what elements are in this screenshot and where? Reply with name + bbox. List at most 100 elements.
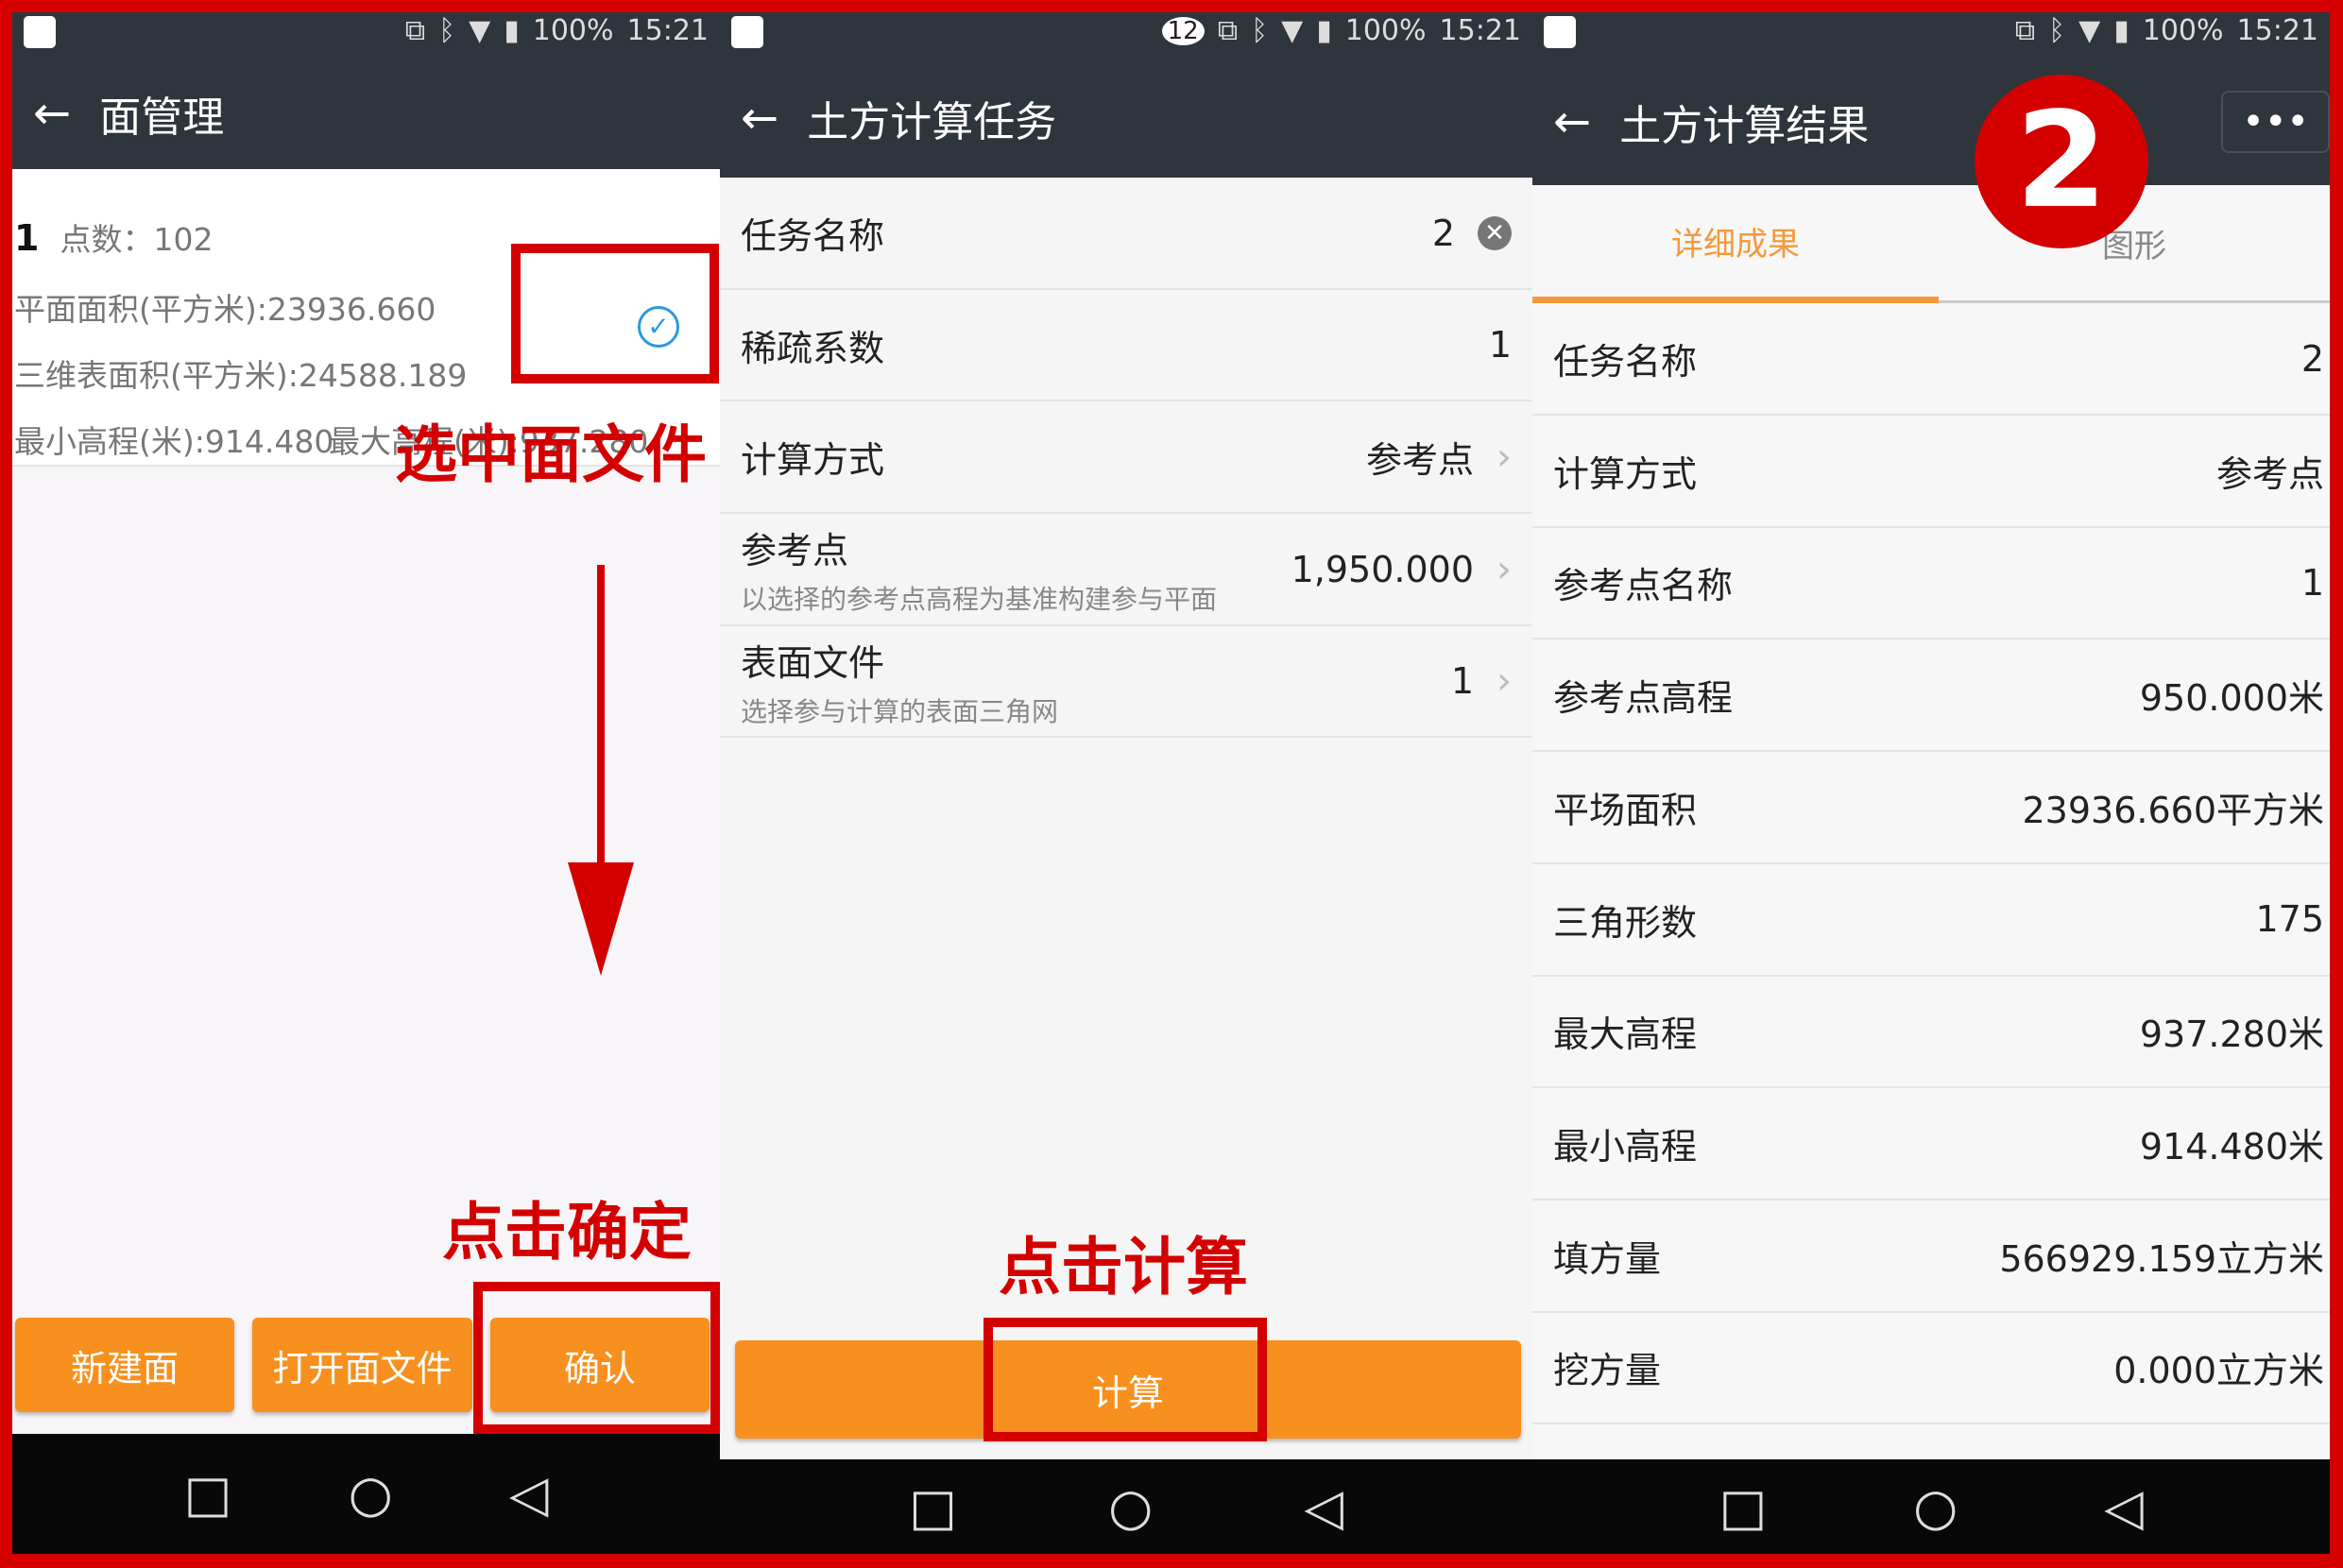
step-badge: 2 bbox=[1975, 75, 2148, 248]
status-bar: ⧉ ᛒ ▼ ▮ 100% 15:21 bbox=[1532, 12, 2330, 58]
page-title: 土方计算结果 bbox=[1619, 101, 1870, 150]
calc-method-row[interactable]: 计算方式 参考点 › bbox=[720, 401, 1532, 514]
notification-icon bbox=[1544, 16, 1576, 48]
status-bar: 12 ⧉ ᛒ ▼ ▮ 100% 15:21 bbox=[720, 12, 1532, 58]
back-arrow-icon[interactable]: ← bbox=[741, 92, 778, 145]
result-value: 566929.159立方米 bbox=[1999, 1237, 2324, 1280]
result-label: 任务名称 bbox=[1553, 341, 1698, 383]
clock: 15:21 bbox=[626, 14, 709, 47]
arrow-head bbox=[568, 862, 634, 976]
chevron-right-icon: › bbox=[1496, 659, 1512, 703]
back-arrow-icon[interactable]: ← bbox=[1553, 95, 1591, 148]
system-nav-bar: □ ○ ◁ bbox=[12, 1434, 720, 1554]
row-label: 参考点 bbox=[741, 530, 849, 571]
open-surface-file-button[interactable]: 打开面文件 bbox=[252, 1318, 472, 1412]
panel-earthwork-task: 1 2 ⧉ ᛒ ▼ ▮ 100% 15:21 ← 土方计算任务 任务名称 2 ✕ 稀疏系数 1 计算方… bbox=[720, 12, 1532, 1554]
result-value: 23936.660平方米 bbox=[2022, 789, 2325, 831]
surface-file-row[interactable]: 表面文件选择参与计算的表面三角网 1 › bbox=[720, 626, 1532, 738]
row-value: 参考点 bbox=[1365, 439, 1474, 481]
sparse-factor-row[interactable]: 稀疏系数 1 bbox=[720, 290, 1532, 401]
page-title: 面管理 bbox=[99, 94, 225, 142]
row-hint: 选择参与计算的表面三角网 bbox=[741, 695, 1059, 727]
result-row: 最小高程 914.480米 bbox=[1532, 1088, 2330, 1201]
app-bar: ← 面管理 bbox=[12, 58, 720, 169]
panel-earthwork-result: ⧉ ᛒ ▼ ▮ 100% 15:21 ← 土方计算结果 ••• 详细成果 图形 任务名称 2 计算… bbox=[1532, 12, 2330, 1554]
annotation-select-file: 选中面文件 bbox=[395, 418, 707, 491]
home-icon[interactable]: ○ bbox=[1913, 1477, 1958, 1537]
back-arrow-icon[interactable]: ← bbox=[33, 87, 71, 140]
sparse-factor-input[interactable]: 1 bbox=[1489, 324, 1512, 366]
result-row: 平场面积 23936.660平方米 bbox=[1532, 752, 2330, 864]
battery-text: 100% bbox=[2142, 14, 2224, 47]
task-name-row[interactable]: 任务名称 2 ✕ bbox=[720, 178, 1532, 290]
result-row: 三角形数 175 bbox=[1532, 864, 2330, 977]
result-label: 平场面积 bbox=[1553, 789, 1698, 831]
tab-detail-results[interactable]: 详细成果 bbox=[1532, 185, 1939, 303]
row-value: 1 bbox=[1450, 660, 1474, 702]
system-nav-bar: □ ○ ◁ bbox=[720, 1459, 1532, 1554]
battery-icon: ▮ bbox=[1316, 14, 1332, 47]
result-value: 0.000立方米 bbox=[2113, 1350, 2324, 1392]
row-hint: 以选择的参考点高程为基准构建参与平面 bbox=[741, 584, 1218, 615]
tab-bar: 详细成果 图形 bbox=[1532, 185, 2330, 303]
home-icon[interactable]: ○ bbox=[1108, 1477, 1153, 1537]
result-row: 任务名称 2 bbox=[1532, 303, 2330, 416]
battery-text: 100% bbox=[1344, 14, 1427, 47]
result-value: 1 bbox=[2300, 561, 2324, 604]
result-value: 2 bbox=[2300, 337, 2324, 380]
result-value: 950.000米 bbox=[2139, 677, 2324, 720]
item-index: 1 bbox=[14, 217, 40, 259]
surface-area: 三维表面积(平方米):24588.189 bbox=[14, 357, 468, 394]
result-value: 参考点 bbox=[2215, 452, 2324, 495]
row-label: 任务名称 bbox=[741, 215, 885, 257]
panel-surface-management: ⧉ ᛒ ▼ ▮ 100% 15:21 ← 面管理 1 点数：102 平面面积(平方米):239… bbox=[12, 12, 720, 1554]
result-label: 参考点高程 bbox=[1553, 677, 1734, 720]
notification-icon bbox=[24, 16, 56, 48]
new-surface-button[interactable]: 新建面 bbox=[15, 1318, 234, 1412]
result-label: 三角形数 bbox=[1553, 901, 1698, 944]
battery-icon: ▮ bbox=[504, 14, 520, 47]
row-label: 计算方式 bbox=[741, 439, 885, 481]
reference-point-row[interactable]: 参考点 以选择的参考点高程为基准构建参与平面 1,950.000 › bbox=[720, 514, 1532, 626]
back-icon[interactable]: ◁ bbox=[509, 1464, 549, 1524]
result-row: 填方量 566929.159立方米 bbox=[1532, 1201, 2330, 1313]
row-label: 稀疏系数 bbox=[741, 327, 885, 369]
recents-icon[interactable]: □ bbox=[184, 1464, 232, 1524]
task-name-input[interactable]: 2 bbox=[1432, 213, 1455, 254]
recents-icon[interactable]: □ bbox=[909, 1477, 957, 1537]
clock: 15:21 bbox=[2236, 14, 2318, 47]
app-bar: ← 土方计算结果 ••• bbox=[1532, 58, 2330, 185]
bluetooth-icon: ᛒ bbox=[1251, 14, 1269, 47]
row-label: 表面文件 bbox=[741, 641, 885, 684]
point-count: 点数：102 bbox=[60, 221, 214, 258]
result-label: 填方量 bbox=[1553, 1237, 1662, 1280]
battery-text: 100% bbox=[532, 14, 614, 47]
bluetooth-icon: ᛒ bbox=[2048, 14, 2066, 47]
page-title: 土方计算任务 bbox=[807, 97, 1057, 146]
bluetooth-icon: ᛒ bbox=[438, 14, 456, 47]
cast-icon: ⧉ bbox=[1217, 14, 1239, 47]
result-label: 挖方量 bbox=[1553, 1350, 1662, 1392]
result-value: 175 bbox=[2255, 898, 2324, 940]
result-row: 参考点名称 1 bbox=[1532, 527, 2330, 640]
clock: 15:21 bbox=[1439, 14, 1521, 47]
result-row: 挖方量 0.000立方米 bbox=[1532, 1312, 2330, 1425]
clear-icon[interactable]: ✕ bbox=[1478, 215, 1512, 250]
more-options-icon[interactable]: ••• bbox=[2221, 90, 2330, 153]
notification-icon bbox=[731, 16, 763, 48]
result-label: 计算方式 bbox=[1553, 452, 1698, 495]
wifi-icon: ▼ bbox=[469, 14, 491, 47]
recents-icon[interactable]: □ bbox=[1719, 1477, 1767, 1537]
back-icon[interactable]: ◁ bbox=[2104, 1477, 2144, 1537]
result-value: 914.480米 bbox=[2139, 1125, 2324, 1167]
row-value: 1,950.000 bbox=[1291, 548, 1474, 590]
result-label: 参考点名称 bbox=[1553, 565, 1734, 607]
app-bar: ← 土方计算任务 bbox=[720, 58, 1532, 178]
wifi-icon: ▼ bbox=[1281, 14, 1304, 47]
home-icon[interactable]: ○ bbox=[349, 1464, 393, 1524]
result-row: 计算方式 参考点 bbox=[1532, 416, 2330, 528]
status-bar: ⧉ ᛒ ▼ ▮ 100% 15:21 bbox=[12, 12, 720, 58]
result-row: 最大高程 937.280米 bbox=[1532, 976, 2330, 1089]
highlight-confirm-box bbox=[473, 1282, 720, 1434]
back-icon[interactable]: ◁ bbox=[1304, 1477, 1343, 1537]
